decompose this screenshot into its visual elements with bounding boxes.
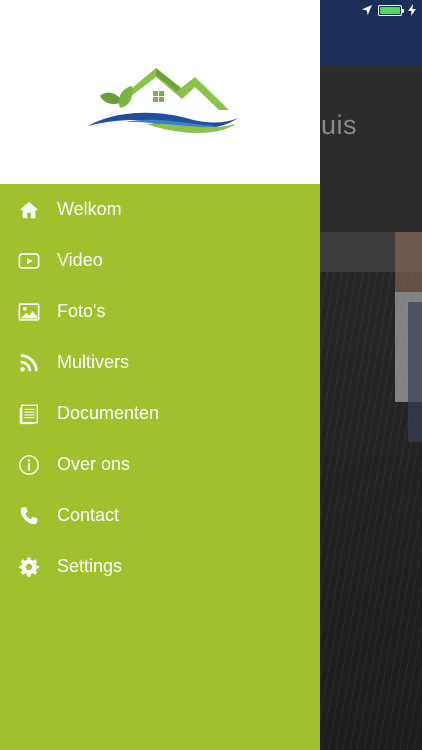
video-play-icon <box>17 249 41 273</box>
background-page-title: uis <box>321 110 358 140</box>
home-icon <box>17 198 41 222</box>
menu-item-welkom[interactable]: Welkom <box>0 184 320 235</box>
location-arrow-icon <box>362 5 372 15</box>
menu-item-label: Foto's <box>57 301 106 321</box>
drawer-header <box>0 0 320 184</box>
menu-item-documenten[interactable]: Documenten <box>0 388 320 439</box>
menu-item-label: Over ons <box>57 454 131 474</box>
menu-item-label: Video <box>57 250 103 270</box>
document-icon <box>17 402 41 426</box>
drawer-menu: Welkom Video Foto's Multivers Documenten <box>0 184 320 592</box>
menu-item-over-ons[interactable]: Over ons <box>0 439 320 490</box>
menu-item-video[interactable]: Video <box>0 235 320 286</box>
info-icon <box>17 453 41 477</box>
rss-icon <box>17 351 41 375</box>
house-logo <box>88 68 238 133</box>
menu-item-multivers[interactable]: Multivers <box>0 337 320 388</box>
menu-item-label: Settings <box>57 556 123 576</box>
menu-item-settings[interactable]: Settings <box>0 541 320 592</box>
menu-item-label: Contact <box>57 505 120 525</box>
menu-item-label: Documenten <box>57 403 160 423</box>
gear-icon <box>17 555 41 579</box>
charging-bolt-icon <box>408 4 416 16</box>
image-icon <box>17 300 41 324</box>
phone-icon <box>17 504 41 528</box>
menu-item-label: Multivers <box>57 352 130 372</box>
side-drawer: Welkom Video Foto's Multivers Documenten <box>0 0 320 750</box>
menu-item-contact[interactable]: Contact <box>0 490 320 541</box>
menu-item-label: Welkom <box>57 199 122 219</box>
menu-item-fotos[interactable]: Foto's <box>0 286 320 337</box>
status-icons <box>362 3 416 17</box>
battery-icon <box>378 4 404 16</box>
